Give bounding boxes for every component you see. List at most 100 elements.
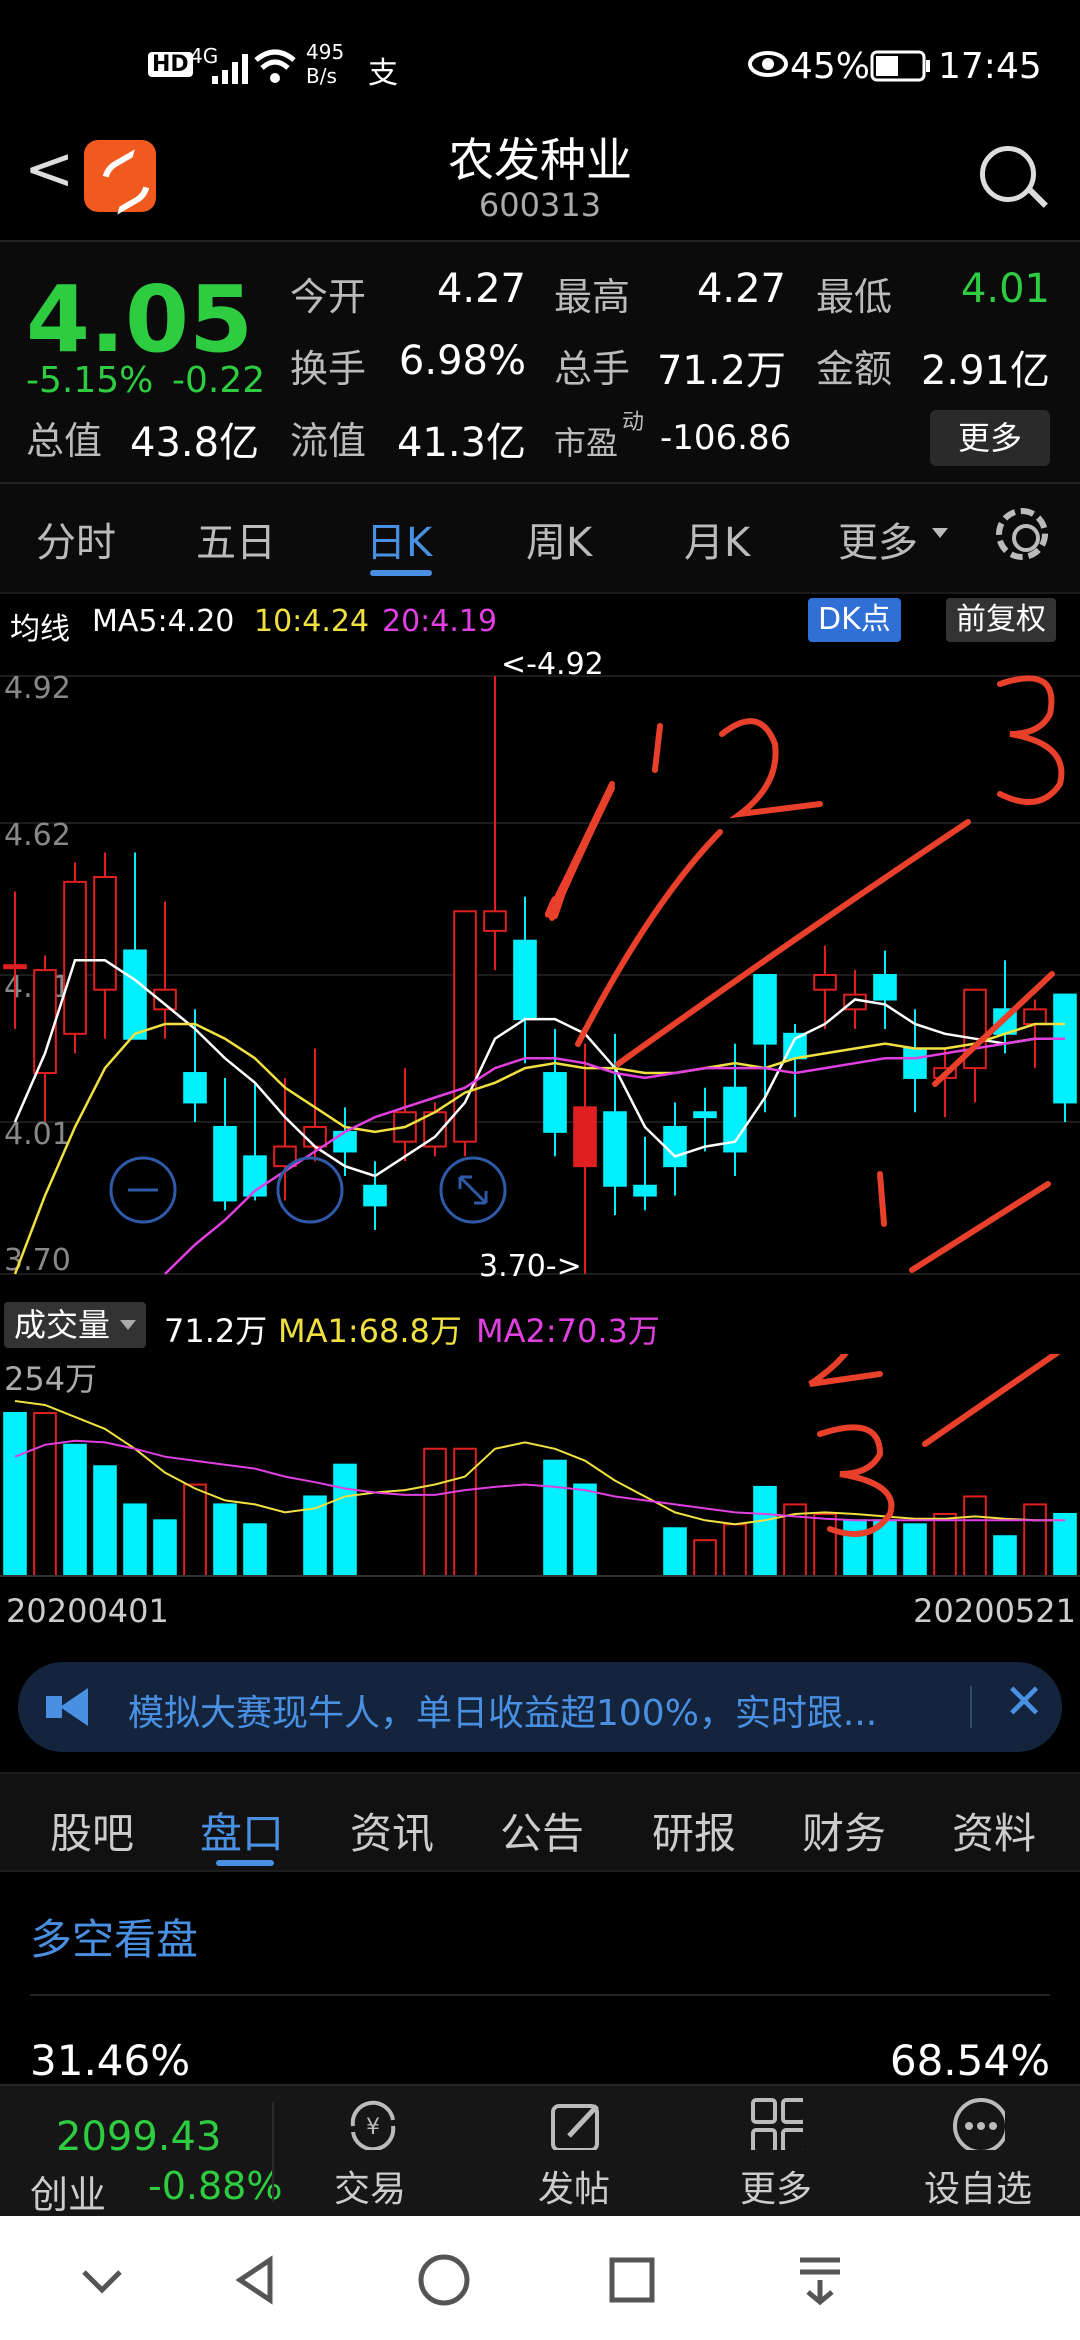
battery-icon: [870, 50, 930, 82]
nav-post[interactable]: 发帖: [504, 2096, 644, 2212]
annotation-line-b: [909, 1181, 1051, 1273]
candle: [3, 891, 27, 1029]
gear-icon[interactable]: [996, 508, 1048, 560]
candle-body: [903, 1047, 927, 1079]
pe-sup: 动: [622, 410, 645, 435]
candle-body: [1023, 1008, 1047, 1026]
notification-pull-icon[interactable]: [790, 2250, 850, 2310]
nav-trade[interactable]: ¥ 交易: [300, 2096, 440, 2212]
float-value: 41.3亿: [396, 420, 526, 466]
volume-bar: [933, 1512, 957, 1577]
candle-body: [303, 1125, 327, 1148]
volume-bar: [573, 1483, 597, 1577]
candle: [393, 1068, 417, 1162]
nav-trade-label: 交易: [333, 2169, 406, 2210]
candle: [33, 955, 57, 1123]
tab-intraday[interactable]: 分时: [36, 510, 116, 568]
amount-label: 金额: [816, 347, 893, 391]
candle-body: [453, 910, 477, 1143]
mktcap-label: 总值: [26, 419, 103, 463]
tab-weekly-k[interactable]: 周K: [526, 510, 592, 568]
volume-ma2-line: [14, 1439, 1065, 1522]
volume-bar: [33, 1411, 57, 1577]
index-name[interactable]: 创业: [30, 2164, 106, 2219]
info-tabs: 股吧 盘口 资讯 公告 研报 财务 资料: [0, 1772, 1080, 1872]
pay-icon: 支: [368, 56, 398, 91]
volume-chart[interactable]: 254万: [0, 1354, 1080, 1590]
annotation-stroke-1b: [549, 785, 615, 921]
chevron-down-icon[interactable]: [72, 2250, 132, 2310]
handwritten-annotations-volume: [808, 1354, 1061, 1537]
candle-body: [123, 949, 147, 1040]
tab-daily-k[interactable]: 日K: [366, 510, 432, 568]
candle: [183, 1009, 207, 1123]
date-axis: 20200401 20200521: [0, 1592, 1080, 1632]
volume-bar: [963, 1495, 987, 1577]
tab-order-book[interactable]: 盘口: [200, 1800, 284, 1861]
dk-point-button[interactable]: DK点: [808, 598, 901, 642]
search-icon[interactable]: [980, 146, 1036, 202]
volume-bar: [123, 1503, 147, 1578]
candle: [93, 852, 117, 1039]
candle: [633, 1136, 657, 1211]
open-label: 今开: [290, 275, 367, 319]
tab-more[interactable]: 更多: [838, 510, 918, 568]
more-button[interactable]: 更多: [930, 410, 1050, 466]
kline-chart[interactable]: 4.924.624.314.013.70 <-4.923.70->: [0, 644, 1080, 1294]
quote-panel: 4.05 -5.15% -0.22 总值 43.8亿 今开 4.27 最高 4.…: [0, 240, 1080, 484]
section-divider: [30, 1994, 1050, 1996]
index-value[interactable]: 2099.43: [56, 2114, 221, 2160]
nav-more[interactable]: 更多: [706, 2096, 846, 2212]
high-value: 4.27: [696, 266, 786, 312]
volume-current: 71.2万: [164, 1312, 268, 1350]
ellipsis-circle-icon: [953, 2098, 1005, 2150]
candle-body: [483, 910, 507, 932]
tab-financials[interactable]: 财务: [802, 1800, 886, 1861]
recents-square-icon[interactable]: [602, 2250, 662, 2310]
index-change[interactable]: -0.88%: [148, 2164, 282, 2208]
amount-value: 2.91亿: [920, 348, 1050, 394]
bottom-nav: 2099.43 创业 -0.88% ¥ 交易 发帖 更多 设自选: [0, 2084, 1080, 2219]
zoom-in-icon[interactable]: [276, 1156, 344, 1224]
tab-research[interactable]: 研报: [652, 1800, 736, 1861]
turnover-label: 换手: [290, 347, 367, 391]
tab-announcements[interactable]: 公告: [500, 1800, 584, 1861]
indicator-selector[interactable]: 成交量: [4, 1302, 147, 1348]
candle-body: [603, 1111, 627, 1187]
candle: [513, 896, 537, 1064]
candle-body: [513, 939, 537, 1021]
tab-profile[interactable]: 资料: [952, 1800, 1036, 1861]
hd-icon: HD: [148, 52, 193, 77]
home-circle-icon[interactable]: [414, 2250, 474, 2310]
nav-post-label: 发帖: [537, 2169, 610, 2210]
promo-banner[interactable]: 模拟大赛现牛人，单日收益超100%，实时跟... ✕: [18, 1662, 1062, 1752]
annotation-1-top: [652, 723, 663, 773]
max-price-label: <-4.92: [501, 647, 604, 682]
short-percent: 68.54%: [889, 2036, 1050, 2085]
speaker-icon: [46, 1688, 94, 1726]
candle-body: [363, 1184, 387, 1207]
volume-label: 总手: [554, 347, 631, 391]
candle-body: [213, 1125, 237, 1202]
volume-bar: [423, 1447, 447, 1577]
close-icon[interactable]: ✕: [1004, 1674, 1044, 1730]
tab-news[interactable]: 资讯: [350, 1800, 434, 1861]
tab-monthly-k[interactable]: 月K: [684, 510, 750, 568]
banner-text[interactable]: 模拟大赛现牛人，单日收益超100%，实时跟...: [128, 1684, 948, 1736]
candle: [873, 950, 897, 1029]
forward-adjust-button[interactable]: 前复权: [946, 598, 1056, 642]
tab-forum[interactable]: 股吧: [50, 1800, 134, 1861]
nav-add-watchlist[interactable]: 设自选: [908, 2096, 1048, 2212]
candle-body: [333, 1130, 357, 1153]
volume-bar: [903, 1523, 927, 1577]
tab-five-day[interactable]: 五日: [196, 510, 276, 568]
candle: [303, 1048, 327, 1162]
volume-bar: [243, 1523, 267, 1577]
active-info-tab-underline: [216, 1860, 274, 1866]
y-tick-label: 3.70: [4, 1243, 71, 1278]
back-triangle-icon[interactable]: [226, 2250, 286, 2310]
pe-label: 市盈: [554, 424, 619, 462]
volume-bar: [1053, 1512, 1077, 1577]
open-value: 4.27: [436, 266, 526, 312]
ma20-value: 20:4.19: [382, 604, 498, 639]
